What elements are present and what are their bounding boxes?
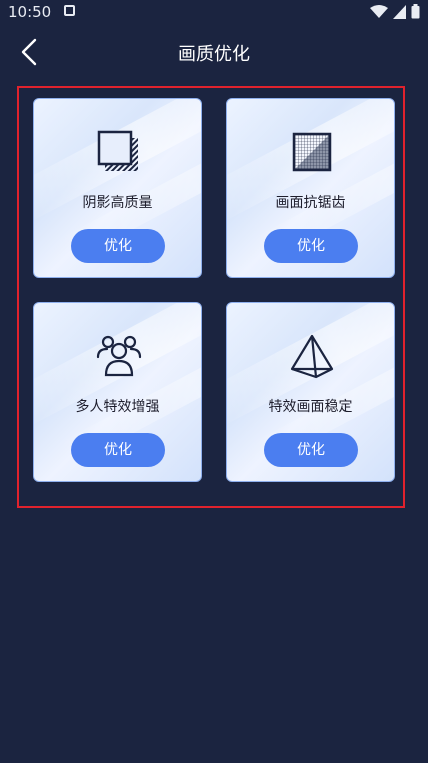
page-title: 画质优化 — [178, 44, 250, 65]
people-group-icon — [96, 335, 142, 377]
card-label: 多人特效增强 — [75, 399, 160, 415]
status-time: 10:50 — [8, 3, 52, 21]
wifi-icon — [370, 4, 388, 18]
card-multiplayer-effects: 多人特效增强 优化 — [33, 302, 202, 482]
optimize-button[interactable]: 优化 — [264, 229, 358, 263]
optimize-button[interactable]: 优化 — [71, 433, 165, 467]
optimize-button[interactable]: 优化 — [71, 229, 165, 263]
pyramid-icon — [290, 334, 334, 379]
optimize-button[interactable]: 优化 — [264, 433, 358, 467]
grid-square-icon — [292, 132, 332, 172]
card-label: 阴影高质量 — [82, 195, 153, 211]
card-shadow-quality: 阴影高质量 优化 — [33, 98, 202, 278]
navigation-bar: 画质优化 — [0, 28, 428, 74]
card-anti-aliasing: 画面抗锯齿 优化 — [226, 98, 395, 278]
card-label: 特效画面稳定 — [268, 399, 353, 415]
signal-icon — [393, 4, 406, 19]
notification-icon — [64, 5, 75, 16]
shadow-square-icon — [97, 130, 138, 171]
status-bar: 10:50 — [0, 0, 428, 26]
card-label: 画面抗锯齿 — [275, 195, 346, 211]
battery-icon — [411, 4, 420, 19]
card-effects-stability: 特效画面稳定 优化 — [226, 302, 395, 482]
status-icons — [370, 4, 420, 19]
